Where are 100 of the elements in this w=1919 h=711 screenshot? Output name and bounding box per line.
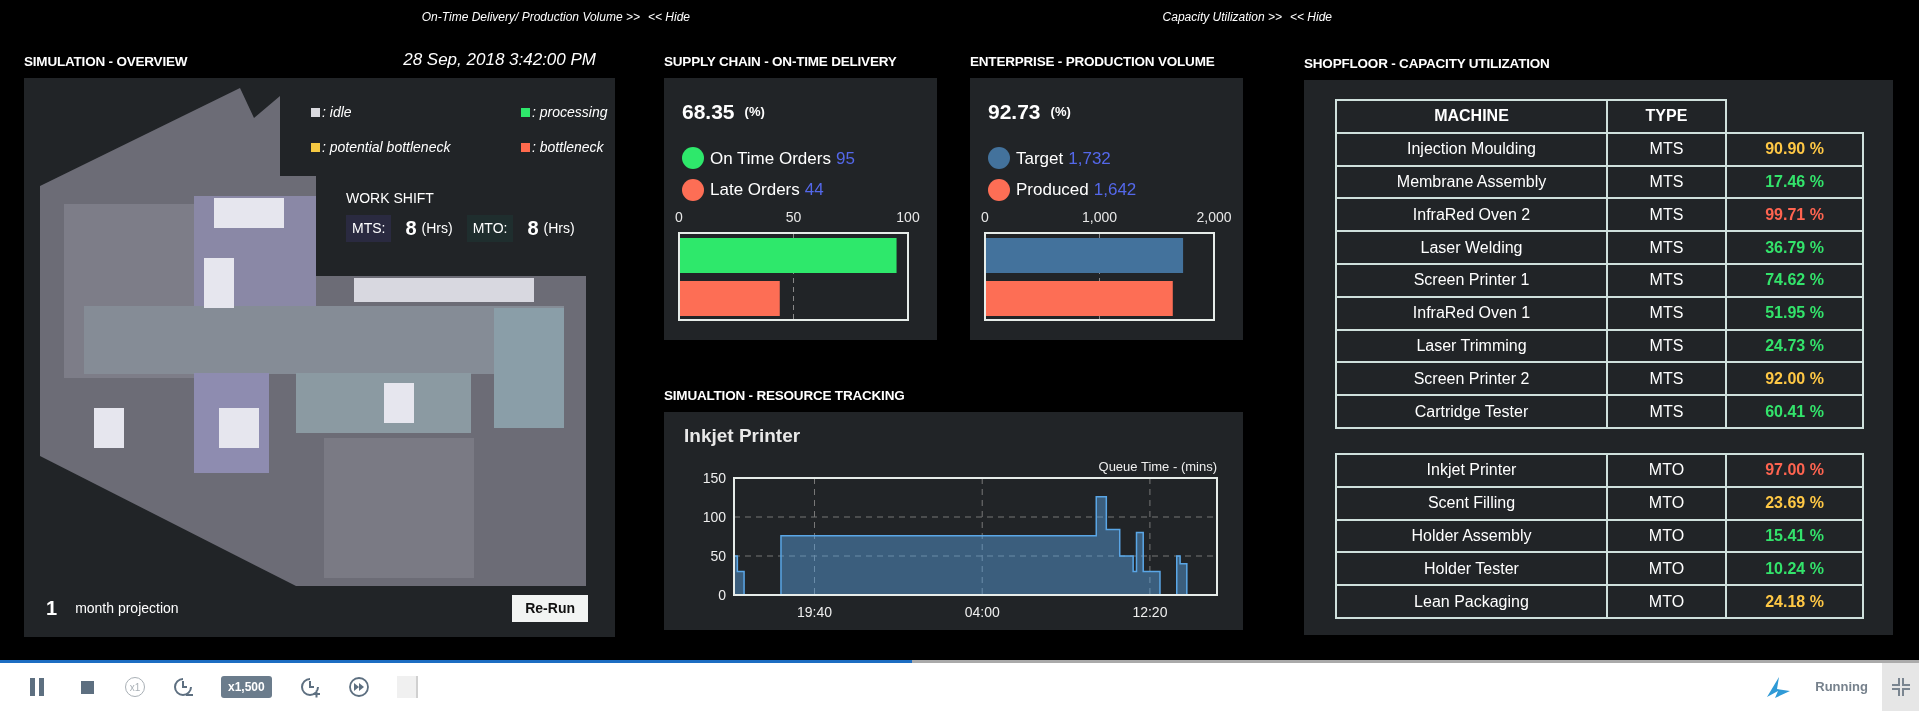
section-title: SIMUALTION - RESOURCE TRACKING [664,386,905,405]
shift-hours: 8 [405,216,417,241]
type-cell: MTS [1607,264,1726,297]
legend-label: : potential bottleneck [322,138,451,157]
hours-unit: (Hrs) [543,218,575,238]
shift-hours: 8 [527,216,539,241]
utilization-cell: 51.95 % [1726,296,1863,330]
type-cell: MTS [1607,132,1726,166]
legend-label: : idle [322,103,352,122]
legend-label: Produced [1016,179,1089,201]
date-time: 28 Sep, 2018 3:42:00 PM [403,48,596,71]
type-cell: MTS [1607,231,1726,264]
machine-cell: InfraRed Oven 1 [1336,296,1607,330]
legend-value: 95 [835,147,855,170]
type-cell: MTS [1607,362,1726,396]
utilization-cell: 90.90 % [1726,132,1863,166]
axis-tick-label: 2,000 [1196,208,1232,225]
legend-label: On Time Orders [710,147,831,170]
type-cell: MTO [1607,585,1726,618]
machine-cell: Lean Packaging [1336,585,1607,618]
legend-label: : processing [532,103,608,122]
fast-forward-icon [347,676,370,698]
legend-value: 1,732 [1068,147,1111,170]
slower-button[interactable] [172,676,194,698]
type-cell: MTO [1607,453,1726,487]
utilization-cell: 23.69 % [1726,486,1863,520]
kpi-value: 92.73 [988,99,1041,125]
collapse-button[interactable] [1882,663,1919,711]
utilization-cell: 60.41 % [1726,395,1863,428]
status-label: Running [1815,678,1868,697]
type-cell: MTO [1607,519,1726,553]
utilization-cell: 74.62 % [1726,264,1863,297]
type-cell: MTS [1607,296,1726,330]
rerun-button[interactable]: Re-Run [512,594,588,622]
utilization-cell: 99.71 % [1726,198,1863,232]
legend-value: 44 [804,179,824,201]
utilization-cell: 17.46 % [1726,165,1863,199]
speed-button[interactable]: x1,500 [221,676,272,698]
machine-cell: Laser Welding [1336,231,1607,264]
axis-tick-label: 150 [702,469,726,486]
logo-icon [1765,675,1792,699]
section-title: SUPPLY CHAIN - ON-TIME DELIVERY [664,52,897,71]
legend-label: Late Orders [710,179,800,201]
machine-cell: Membrane Assembly [1336,165,1607,199]
legend-label: Target [1016,147,1064,170]
section-title: SHOPFLOOR - CAPACITY UTILIZATION [1304,54,1550,73]
kpi-value: 68.35 [682,99,735,125]
section-link[interactable]: Capacity Utilization >> [1162,7,1282,26]
axis-tick-label: 04:00 [964,603,1000,620]
machine-cell: Cartridge Tester [1336,395,1607,428]
kpi-unit: (%) [744,103,765,121]
hide-link[interactable]: << Hide [647,7,690,26]
clock-plus-icon [298,676,321,698]
axis-tick-label: 0 [718,586,726,603]
type-cell: MTO [1607,486,1726,520]
axis-tick-label: 0 [981,208,989,225]
column-header: TYPE [1607,100,1726,133]
type-cell: MTS [1607,165,1726,199]
legend-value: 1,642 [1093,179,1137,201]
axis-tick-label: 0 [675,208,683,225]
axis-title: Queue Time - (mins) [1098,458,1217,474]
axis-tick-label: 100 [702,508,726,525]
utilization-cell: 92.00 % [1726,362,1863,396]
projection-value: 1 [46,596,58,621]
work-shift-title: WORK SHIFT [346,189,435,208]
type-cell: MTO [1607,552,1726,586]
hide-link[interactable]: << Hide [1289,7,1332,26]
machine-cell: InfraRed Oven 2 [1336,198,1607,232]
kpi-unit: (%) [1050,103,1071,121]
fast-forward-button[interactable] [347,676,370,698]
faster-button[interactable] [298,676,321,698]
column-header: MACHINE [1336,100,1607,133]
machine-cell: Inkjet Printer [1336,453,1607,487]
machine-cell: Injection Moulding [1336,132,1607,166]
collapse-icon [1890,677,1911,697]
axis-tick-label: 50 [785,208,802,225]
resource-name: Inkjet Printer [684,424,802,448]
legend-label: : bottleneck [532,138,604,157]
projection-label: month projection [75,598,179,618]
type-cell: MTS [1607,395,1726,428]
hours-unit: (Hrs) [421,218,453,238]
machine-cell: Screen Printer 2 [1336,362,1607,396]
type-cell: MTS [1607,198,1726,232]
machine-cell: Holder Tester [1336,552,1607,586]
shift-label: MTO: [466,214,514,242]
machine-cell: Screen Printer 1 [1336,264,1607,297]
section-link[interactable]: On-Time Delivery/ Production Volume >> [421,7,640,26]
shift-label: MTS: [346,214,392,242]
axis-tick-label: 12:20 [1132,603,1168,620]
utilization-cell: 24.73 % [1726,329,1863,363]
utilization-cell: 36.79 % [1726,231,1863,264]
axis-tick-label: 1,000 [1082,208,1117,225]
clock-minus-icon [172,676,194,698]
section-title: SIMULATION - OVERVIEW [24,52,188,71]
utilization-cell: 10.24 % [1726,552,1863,586]
section-title: ENTERPRISE - PRODUCTION VOLUME [970,52,1215,71]
machine-cell: Laser Trimming [1336,329,1607,363]
utilization-cell: 15.41 % [1726,519,1863,553]
machine-cell: Scent Filling [1336,486,1607,520]
utilization-cell: 97.00 % [1726,453,1863,487]
